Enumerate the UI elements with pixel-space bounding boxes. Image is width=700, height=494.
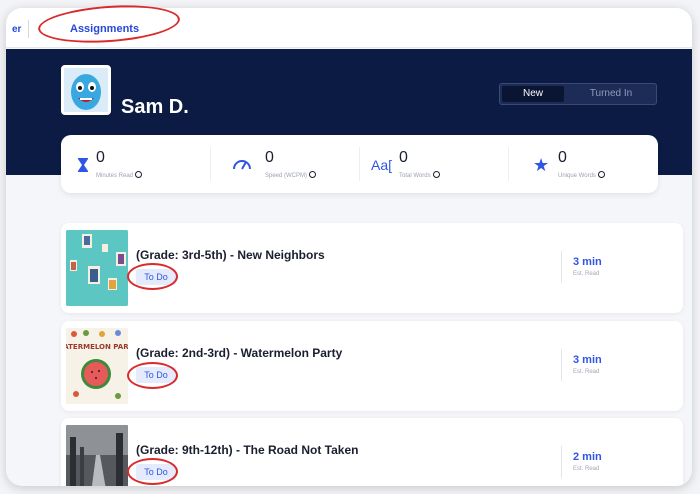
stat-value: 0	[96, 149, 105, 166]
card-divider	[561, 349, 562, 381]
tab-assignments[interactable]: Assignments	[70, 23, 139, 35]
info-icon[interactable]	[597, 171, 605, 178]
tab-previous[interactable]: er	[12, 24, 21, 35]
book-cover-image	[66, 425, 128, 486]
tab-divider	[28, 20, 29, 38]
stat-label: Total Words	[399, 171, 440, 179]
status-badge: To Do	[136, 269, 176, 285]
app-window: er Assignments Sam D. New Turned In 0 Mi…	[6, 8, 692, 486]
info-icon[interactable]	[432, 171, 440, 178]
text-size-icon: Aa[	[371, 157, 393, 173]
info-icon[interactable]	[309, 171, 317, 178]
reading-time-label: Est. Read	[573, 466, 600, 472]
assignment-title[interactable]: (Grade: 9th-12th) - The Road Not Taken	[136, 443, 358, 457]
toggle-turned-in-button[interactable]: Turned In	[568, 86, 654, 102]
assignment-title[interactable]: (Grade: 2nd-3rd) - Watermelon Party	[136, 346, 342, 360]
assignment-title[interactable]: (Grade: 3rd-5th) - New Neighbors	[136, 248, 325, 262]
assignment-card[interactable]: (Grade: 9th-12th) - The Road Not Taken T…	[61, 418, 683, 486]
card-divider	[561, 251, 562, 283]
assignment-card[interactable]: (Grade: 3rd-5th) - New Neighbors To Do 3…	[61, 223, 683, 313]
star-icon: ★	[533, 155, 550, 175]
reading-time: 3 min	[573, 354, 602, 366]
toggle-new-button[interactable]: New	[502, 86, 564, 102]
stat-value: 0	[558, 149, 567, 166]
stat-label: Unique Words	[558, 171, 605, 179]
avatar-face-icon	[64, 68, 108, 112]
book-cover-image	[66, 230, 128, 306]
speedometer-icon	[232, 157, 252, 175]
card-divider	[561, 446, 562, 478]
stats-panel: 0 Minutes Read 0 Speed (WCPM) Aa[ 0 Tota…	[61, 135, 658, 193]
stat-total-words: Aa[ 0 Total Words	[359, 135, 508, 193]
status-toggle: New Turned In	[499, 83, 657, 105]
hourglass-icon	[77, 157, 89, 178]
avatar	[61, 65, 111, 115]
tab-bar: er Assignments	[6, 8, 692, 48]
student-name: Sam D.	[121, 96, 189, 118]
reading-time: 2 min	[573, 451, 602, 463]
book-cover-image: WATERMELON PARTY	[66, 328, 128, 404]
status-badge: To Do	[136, 367, 176, 383]
reading-time-label: Est. Read	[573, 369, 600, 375]
status-badge: To Do	[136, 464, 176, 480]
stat-unique-words: ★ 0 Unique Words	[508, 135, 658, 193]
stat-label: Minutes Read	[96, 171, 143, 179]
stat-label: Speed (WCPM)	[265, 171, 317, 179]
assignment-card[interactable]: WATERMELON PARTY (Grade: 2nd-3rd) - Wate…	[61, 321, 683, 411]
svg-text:WATERMELON PARTY: WATERMELON PARTY	[66, 343, 128, 351]
reading-time-label: Est. Read	[573, 271, 600, 277]
stat-value: 0	[265, 149, 274, 166]
stat-value: 0	[399, 149, 408, 166]
stat-speed: 0 Speed (WCPM)	[210, 135, 359, 193]
stat-minutes-read: 0 Minutes Read	[61, 135, 210, 193]
reading-time: 3 min	[573, 256, 602, 268]
info-icon[interactable]	[135, 171, 143, 178]
